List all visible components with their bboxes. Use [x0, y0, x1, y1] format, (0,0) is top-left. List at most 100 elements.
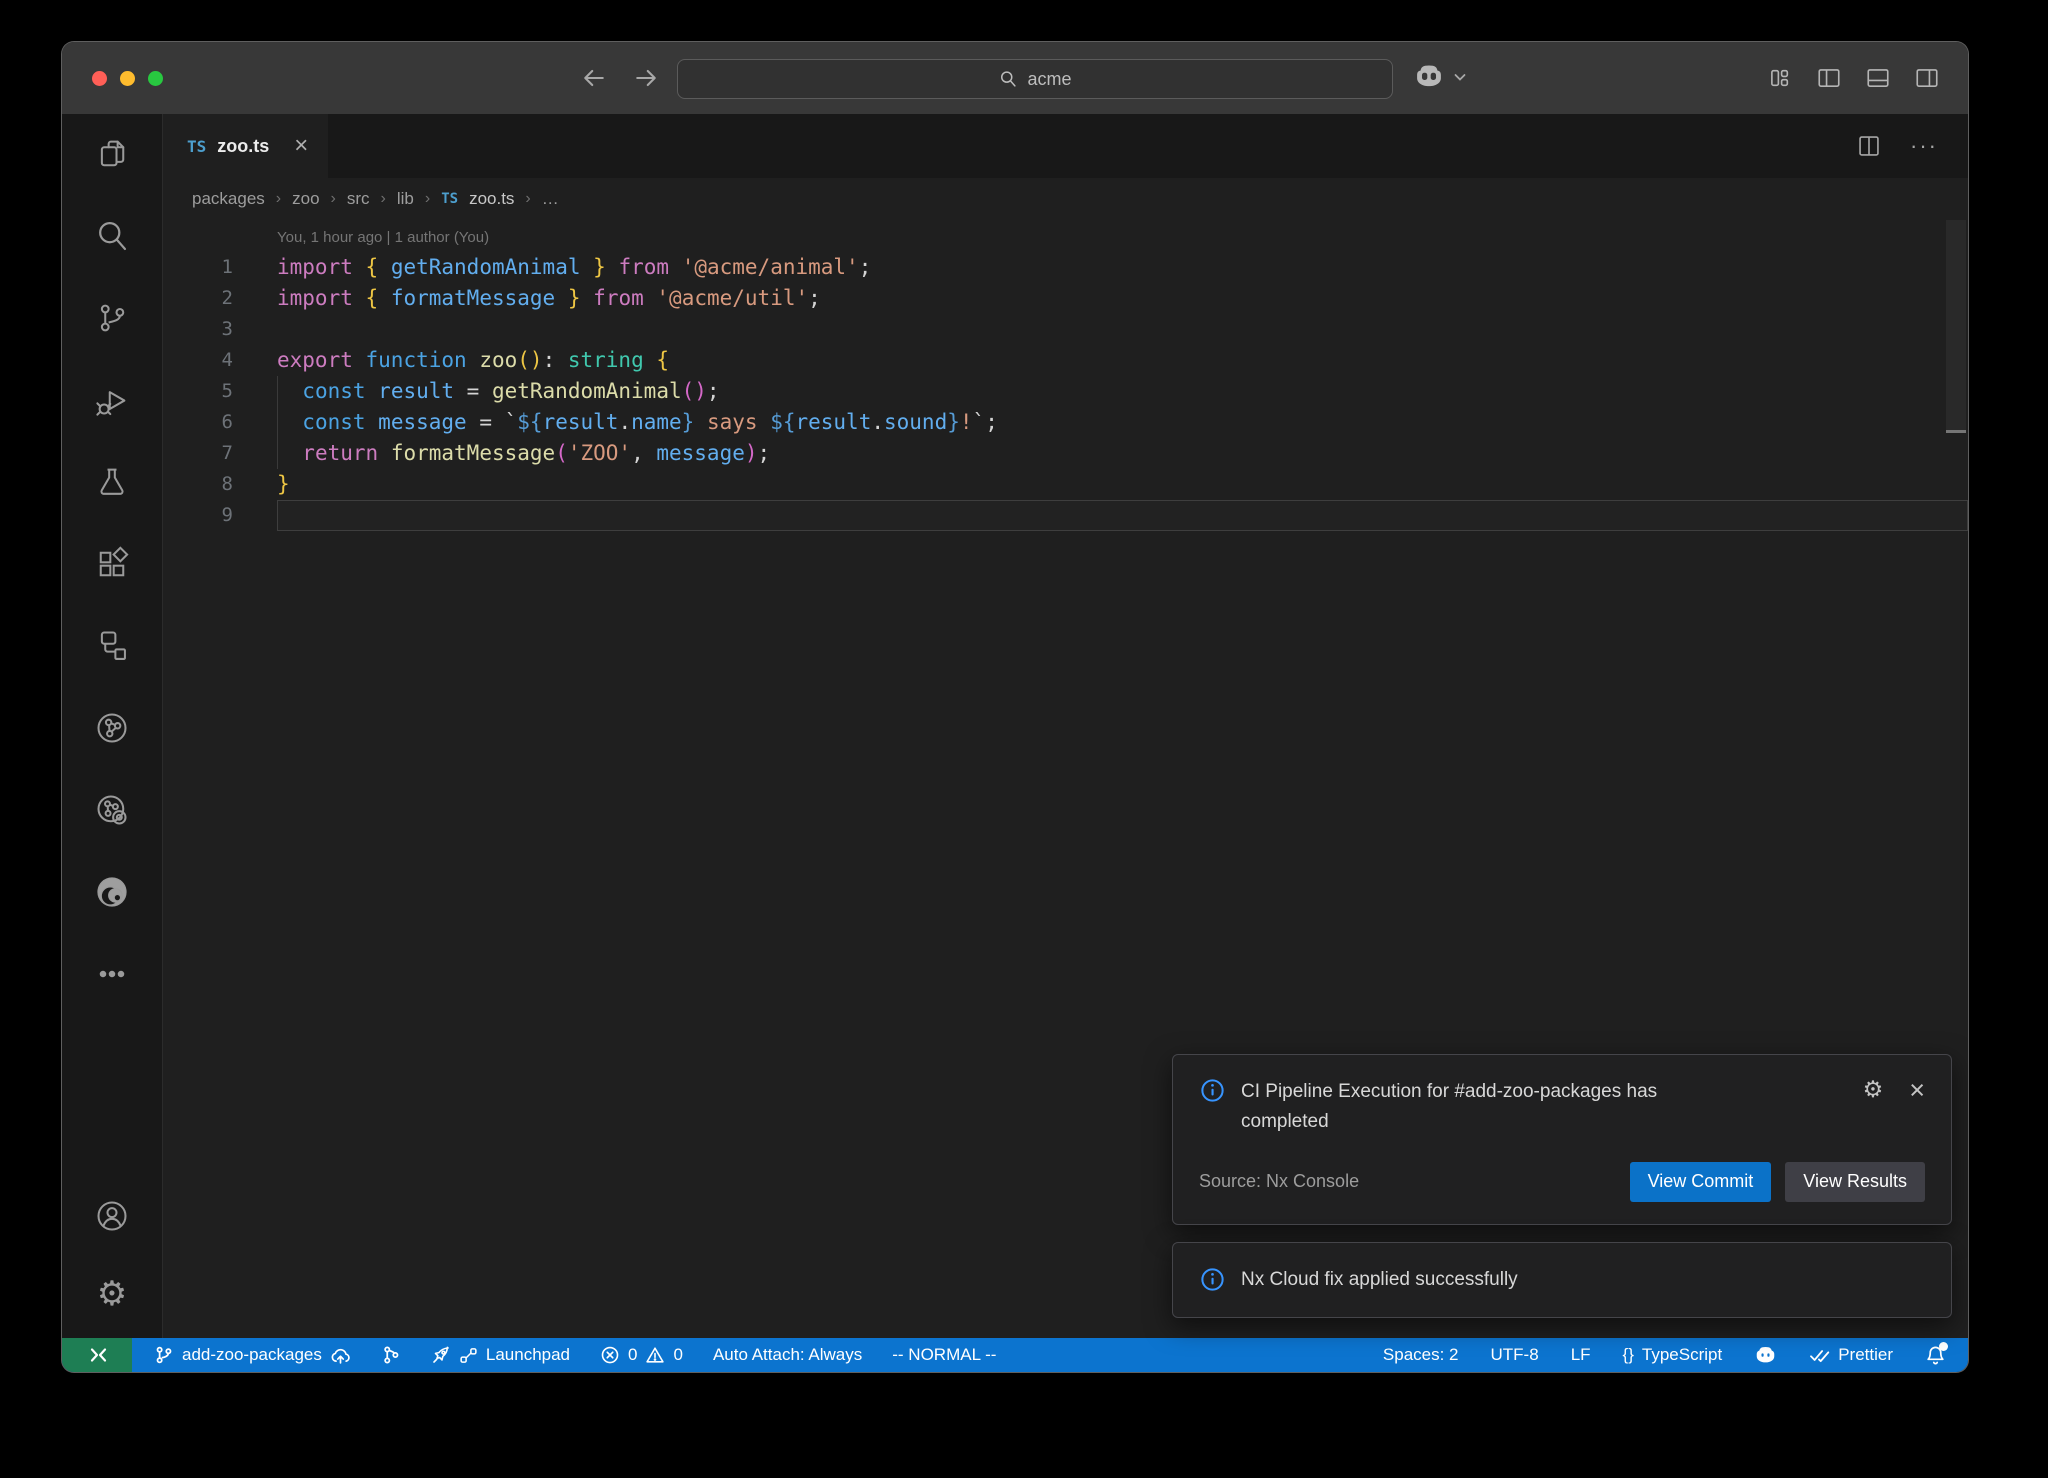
- line-number[interactable]: 9: [163, 500, 233, 531]
- minimize-window-button[interactable]: [120, 71, 135, 86]
- code-line: 4export function zoo(): string {: [163, 345, 1968, 376]
- nx-console-icon[interactable]: [94, 710, 130, 746]
- breadcrumb: packages › zoo › src › lib › TS zoo.ts ›…: [163, 178, 1968, 220]
- problems-item[interactable]: 0 0: [600, 1345, 683, 1365]
- vscode-window: acme: [62, 42, 1968, 1372]
- launchpad-label: Launchpad: [486, 1345, 570, 1365]
- customize-layout-icon[interactable]: [1767, 65, 1793, 91]
- line-number[interactable]: 3: [163, 314, 233, 345]
- chevron-right-icon: ›: [525, 190, 530, 208]
- line-number[interactable]: 1: [163, 252, 233, 283]
- brackets-icon: {}: [1623, 1345, 1634, 1365]
- line-number[interactable]: 5: [163, 376, 233, 407]
- explorer-icon[interactable]: [94, 136, 130, 172]
- line-number[interactable]: 8: [163, 469, 233, 500]
- tab-bar: TS zoo.ts × ···: [163, 114, 1968, 178]
- notifications-bell[interactable]: [1925, 1345, 1946, 1366]
- activity-bar: ⚙: [62, 114, 163, 1338]
- chevron-right-icon: ›: [276, 190, 281, 208]
- notification-source: Source: Nx Console: [1199, 1171, 1359, 1192]
- double-check-icon: [1809, 1345, 1830, 1366]
- close-window-button[interactable]: [92, 71, 107, 86]
- testing-icon[interactable]: [94, 464, 130, 500]
- scrollbar-handle-edge[interactable]: [1946, 430, 1966, 433]
- formatter-item[interactable]: Prettier: [1809, 1345, 1893, 1366]
- breadcrumb-zoo[interactable]: zoo: [292, 189, 319, 209]
- code-lines: 1import { getRandomAnimal } from '@acme/…: [163, 252, 1968, 531]
- notification-close-icon[interactable]: ×: [1909, 1077, 1925, 1104]
- breadcrumb-file[interactable]: zoo.ts: [469, 189, 514, 209]
- view-results-button[interactable]: View Results: [1785, 1162, 1925, 1202]
- editor-actions: ···: [1856, 114, 1968, 178]
- indentation-item[interactable]: Spaces: 2: [1383, 1345, 1459, 1365]
- split-editor-icon[interactable]: [1856, 133, 1882, 159]
- chevron-right-icon: ›: [381, 190, 386, 208]
- language-mode-item[interactable]: {} TypeScript: [1623, 1345, 1723, 1365]
- notification-dot: [1939, 1342, 1948, 1351]
- breadcrumb-src[interactable]: src: [347, 189, 370, 209]
- auto-attach-item[interactable]: Auto Attach: Always: [713, 1345, 862, 1365]
- notification-settings-icon[interactable]: ⚙: [1863, 1079, 1884, 1102]
- chevron-right-icon: ›: [425, 190, 430, 208]
- search-view-icon[interactable]: [94, 218, 130, 254]
- git-graph-item[interactable]: [381, 1345, 401, 1365]
- eol-item[interactable]: LF: [1571, 1345, 1591, 1365]
- edge-browser-icon[interactable]: [94, 874, 130, 910]
- search-value: acme: [1027, 69, 1071, 90]
- git-branch-icon: [154, 1345, 174, 1365]
- tab-close-icon[interactable]: ×: [294, 134, 308, 158]
- source-control-icon[interactable]: [94, 300, 130, 336]
- view-commit-button[interactable]: View Commit: [1630, 1162, 1772, 1202]
- cloud-upload-icon: [330, 1345, 351, 1366]
- account-icon[interactable]: [94, 1198, 130, 1234]
- forward-arrow-icon[interactable]: [632, 64, 660, 92]
- typescript-file-icon: TS: [441, 191, 458, 207]
- toggle-secondary-sidebar-icon[interactable]: [1914, 65, 1940, 91]
- remote-indicator[interactable]: [62, 1338, 132, 1372]
- line-number[interactable]: 2: [163, 283, 233, 314]
- line-number[interactable]: 4: [163, 345, 233, 376]
- run-debug-icon[interactable]: [94, 382, 130, 418]
- code-line: 5 const result = getRandomAnimal();: [163, 376, 1968, 407]
- more-views-icon[interactable]: [94, 956, 130, 992]
- nx-cloud-icon[interactable]: [94, 792, 130, 828]
- git-graph-icon: [381, 1345, 401, 1365]
- git-branch-item[interactable]: add-zoo-packages: [154, 1345, 351, 1366]
- encoding-item[interactable]: UTF-8: [1491, 1345, 1539, 1365]
- breadcrumb-lib[interactable]: lib: [397, 189, 414, 209]
- remote-icon: [84, 1342, 110, 1368]
- breadcrumb-packages[interactable]: packages: [192, 189, 265, 209]
- code-line: 1import { getRandomAnimal } from '@acme/…: [163, 252, 1968, 283]
- typescript-file-icon: TS: [187, 137, 206, 156]
- toggle-panel-icon[interactable]: [1865, 65, 1891, 91]
- tab-zoo-ts[interactable]: TS zoo.ts ×: [163, 114, 328, 178]
- notification-toast-nx-cloud: Nx Cloud fix applied successfully: [1172, 1242, 1952, 1318]
- back-arrow-icon[interactable]: [580, 64, 608, 92]
- vim-mode-item[interactable]: -- NORMAL --: [892, 1345, 996, 1365]
- chevron-right-icon: ›: [331, 190, 336, 208]
- references-icon[interactable]: [94, 628, 130, 664]
- editor-scrollbar[interactable]: [1946, 220, 1966, 432]
- settings-gear-icon[interactable]: ⚙: [94, 1276, 130, 1312]
- copilot-icon: [1754, 1344, 1777, 1367]
- code-line: 7 return formatMessage('ZOO', message);: [163, 438, 1968, 469]
- line-number[interactable]: 6: [163, 407, 233, 438]
- zoom-window-button[interactable]: [148, 71, 163, 86]
- info-icon: [1199, 1266, 1226, 1293]
- extensions-icon[interactable]: [94, 546, 130, 582]
- titlebar: acme: [62, 42, 1968, 114]
- launchpad-item[interactable]: Launchpad: [431, 1345, 570, 1365]
- branch-name: add-zoo-packages: [182, 1345, 322, 1365]
- traffic-lights: [92, 42, 163, 114]
- gitlens-blame-annotation: You, 1 hour ago | 1 author (You): [163, 224, 1968, 252]
- code-line: 3: [163, 314, 1968, 345]
- line-number[interactable]: 7: [163, 438, 233, 469]
- copilot-status-item[interactable]: [1754, 1344, 1777, 1367]
- more-actions-icon[interactable]: ···: [1910, 133, 1938, 159]
- breadcrumb-more[interactable]: …: [542, 189, 559, 209]
- notification-center: CI Pipeline Execution for #add-zoo-packa…: [1172, 1054, 1952, 1318]
- copilot-menu-button[interactable]: [1412, 60, 1468, 94]
- history-nav: [580, 42, 660, 114]
- command-center-search[interactable]: acme: [677, 59, 1393, 99]
- toggle-sidebar-icon[interactable]: [1816, 65, 1842, 91]
